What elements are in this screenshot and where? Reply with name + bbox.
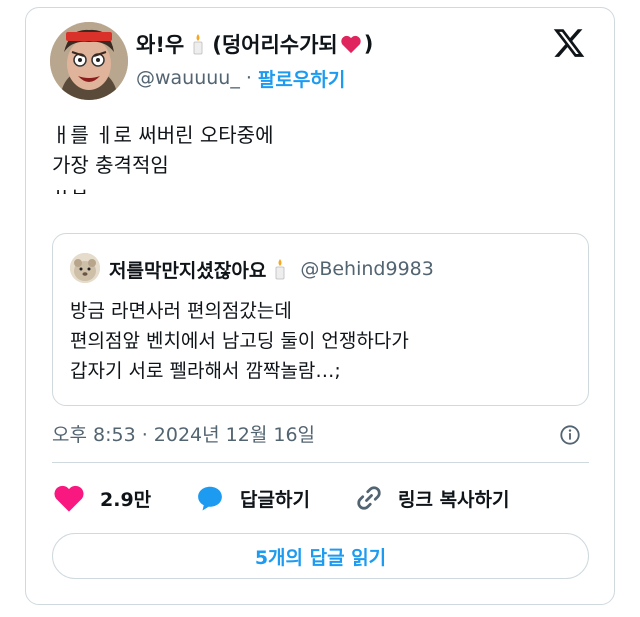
copy-link-button[interactable]: 링크 복사하기 xyxy=(354,480,510,516)
separator-dot: · xyxy=(245,67,252,89)
author-name-close: ) xyxy=(363,32,374,56)
quoted-author: 저를막만지셨잖아요 @Behind9983 xyxy=(109,254,434,284)
copy-link-label: 링크 복사하기 xyxy=(398,488,510,511)
like-heart-icon xyxy=(54,485,84,512)
reply-button[interactable]: 답글하기 xyxy=(194,480,310,516)
tweet-line: ㅆㅂ xyxy=(52,180,273,194)
quoted-line: 방금 라면사러 편의점갔는데 xyxy=(70,300,292,322)
candle-icon xyxy=(193,34,203,55)
author-handle[interactable]: @wauuuu_ xyxy=(136,67,240,89)
quoted-tweet[interactable]: 저를막만지셨잖아요 @Behind9983 방금 라면사러 편의점갔는데편의점앞… xyxy=(52,233,589,406)
quoted-handle: @Behind9983 xyxy=(300,258,434,280)
quoted-text: 방금 라면사러 편의점갔는데편의점앞 벤치에서 남고딩 둘이 언쟁하다가갑자기 … xyxy=(70,296,409,386)
quoted-avatar[interactable] xyxy=(70,253,100,283)
x-logo-icon[interactable] xyxy=(551,26,587,60)
tweet-line: ㅐ를 ㅔ로 써버린 오타중에 xyxy=(52,123,274,147)
action-bar: 2.9만 답글하기 링크 복사하기 xyxy=(52,480,589,516)
like-button[interactable]: 2.9만 xyxy=(52,480,151,516)
info-icon[interactable] xyxy=(559,424,581,446)
read-replies-button[interactable]: 5개의 답글 읽기 xyxy=(52,533,589,579)
candle-icon xyxy=(275,259,285,280)
author-name-suffix: (덩어리수가되 xyxy=(212,33,338,57)
heart-icon xyxy=(341,35,361,54)
author-name-prefix: 와!우 xyxy=(136,33,185,57)
quoted-line: 편의점앞 벤치에서 남고딩 둘이 언쟁하다가 xyxy=(70,330,409,352)
tweet-text: ㅐ를 ㅔ로 써버린 오타중에가장 충격적임 ㅆㅂ xyxy=(52,120,273,194)
link-icon xyxy=(357,486,381,510)
reply-label: 답글하기 xyxy=(240,488,310,511)
follow-button[interactable]: 팔로우하기 xyxy=(258,65,345,92)
author-name[interactable]: 와!우 (덩어리수가되 ) xyxy=(136,28,373,60)
like-count: 2.9만 xyxy=(100,488,152,511)
tweet-timestamp[interactable]: 오후 8:53 · 2024년 12월 16일 xyxy=(52,420,315,447)
read-replies-label: 5개의 답글 읽기 xyxy=(254,546,387,569)
quoted-name: 저를막만지셨잖아요 xyxy=(109,259,267,282)
author-handle-row: @wauuuu_ · 팔로우하기 xyxy=(136,64,345,92)
author-avatar[interactable] xyxy=(50,22,128,100)
reply-bubble-icon xyxy=(198,486,222,511)
divider xyxy=(52,462,589,463)
quoted-line: 갑자기 서로 펠라해서 깜짝놀람…; xyxy=(70,360,341,382)
tweet-line: 가장 충격적임 xyxy=(52,153,169,177)
